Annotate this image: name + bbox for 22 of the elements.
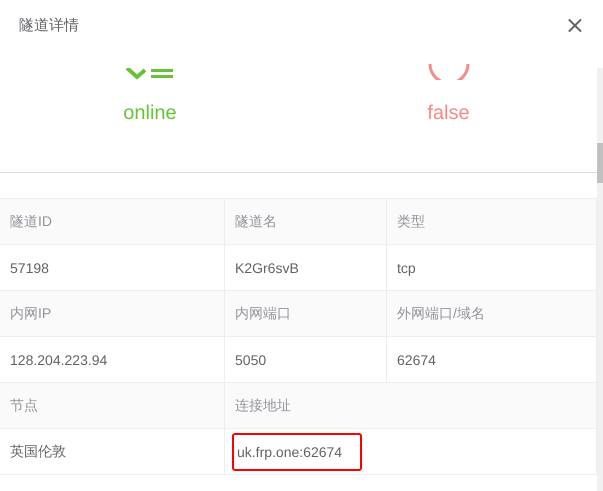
check-list-icon (125, 68, 175, 80)
field-label: 类型 (397, 212, 425, 230)
field-label: 隧道名 (235, 212, 277, 230)
status-label: online (123, 102, 177, 125)
field-value: 英国伦敦 (10, 442, 66, 460)
status-label: false (427, 102, 470, 125)
scrollbar[interactable] (597, 68, 603, 491)
field-value: 62674 (397, 352, 436, 368)
field-value: 5050 (235, 352, 266, 368)
field-label: 内网端口 (235, 304, 291, 322)
close-button[interactable]: × (560, 15, 589, 35)
field-label: 隧道ID (10, 212, 52, 230)
field-value: 57198 (10, 260, 49, 276)
field-label: 节点 (10, 396, 38, 414)
field-label: 连接地址 (235, 396, 291, 414)
field-label: 外网端口/域名 (397, 304, 485, 322)
field-value: tcp (397, 260, 416, 276)
highlighted-value: uk.frp.one:62674 (232, 432, 362, 470)
dialog-title: 隧道详情 (19, 16, 79, 34)
field-label: 内网IP (10, 304, 52, 322)
field-value: K2Gr6svB (235, 260, 299, 276)
field-value: 128.204.223.94 (10, 352, 108, 368)
